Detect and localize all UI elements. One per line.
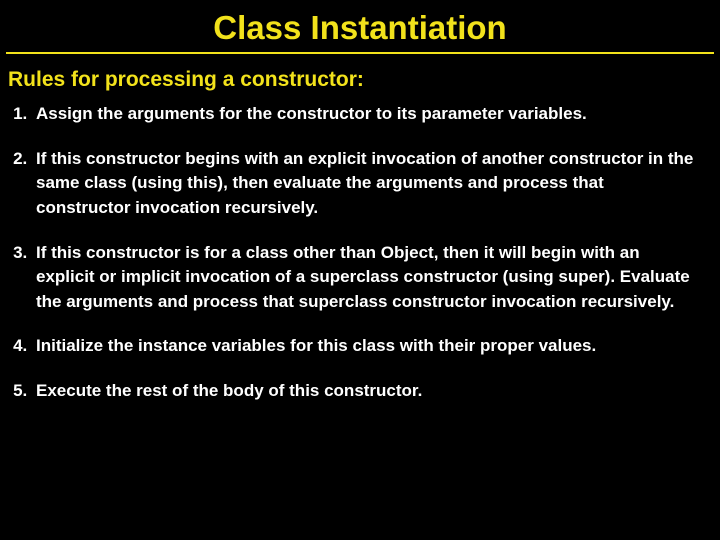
rules-list: Assign the arguments for the constructor… [0,102,720,404]
slide-title: Class Instantiation [0,0,720,52]
list-item: Execute the rest of the body of this con… [32,379,702,404]
list-item: Initialize the instance variables for th… [32,334,702,359]
list-item: If this constructor is for a class other… [32,241,702,315]
title-underline [6,52,714,54]
list-item: Assign the arguments for the constructor… [32,102,702,127]
slide: Class Instantiation Rules for processing… [0,0,720,540]
slide-subtitle: Rules for processing a constructor: [8,68,720,92]
list-item: If this constructor begins with an expli… [32,147,702,221]
